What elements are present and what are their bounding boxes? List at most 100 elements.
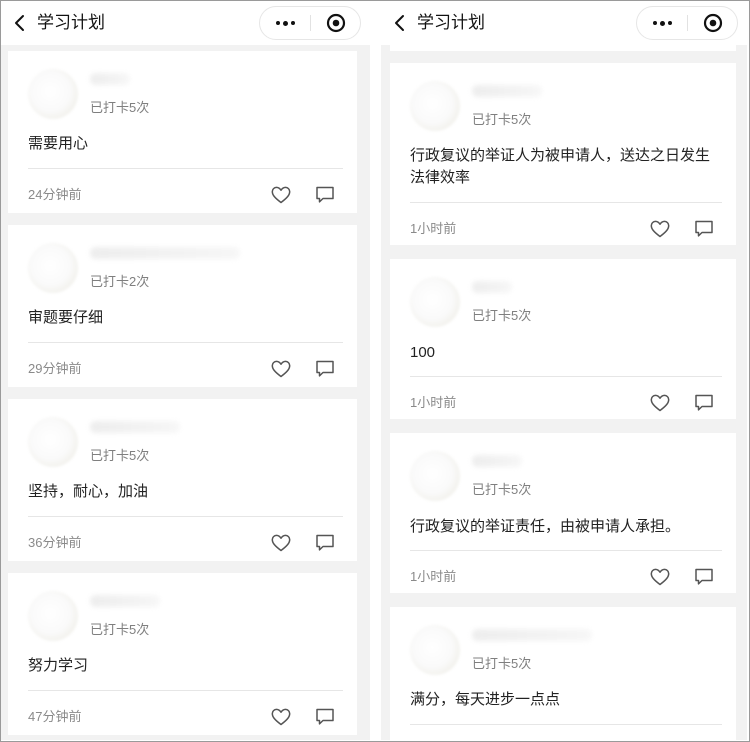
right-phone-screen: 学习计划 已打卡5次 行政复议的举证人为被申请人，送达之日发生法律效率 1小时前 — [381, 1, 747, 740]
heart-outline-icon — [650, 394, 670, 412]
post-time: 29分钟前 — [28, 361, 82, 376]
heart-outline-icon — [650, 220, 670, 238]
post-card: 已打卡5次 行政复议的举证责任，由被申请人承担。 1小时前 — [390, 433, 736, 593]
post-card: 已打卡5次 满分，每天进步一点点 — [390, 607, 736, 740]
avatar — [28, 243, 78, 293]
post-time: 1小时前 — [410, 221, 457, 236]
more-button[interactable] — [637, 7, 687, 39]
avatar — [410, 625, 460, 675]
username-blurred — [472, 455, 522, 467]
post-card: 已打卡5次 100 1小时前 — [390, 259, 736, 419]
avatar — [410, 81, 460, 131]
post-card: 已打卡5次 行政复议的举证人为被申请人，送达之日发生法律效率 1小时前 — [390, 63, 736, 245]
post-content: 审题要仔细 — [28, 309, 104, 326]
avatar — [28, 417, 78, 467]
username-blurred — [90, 247, 240, 259]
checkin-count: 已打卡5次 — [90, 622, 150, 637]
avatar — [28, 591, 78, 641]
nav-bar: 学习计划 — [381, 1, 747, 45]
checkin-count: 已打卡5次 — [472, 482, 532, 497]
username-blurred — [90, 421, 180, 433]
comment-button[interactable] — [313, 184, 337, 206]
checkin-count: 已打卡5次 — [472, 112, 532, 127]
nav-bar: 学习计划 — [1, 1, 370, 45]
comment-bubble-icon — [316, 360, 334, 377]
post-time: 36分钟前 — [28, 535, 82, 550]
post-time: 24分钟前 — [28, 187, 82, 202]
comment-bubble-icon — [695, 568, 713, 585]
like-button[interactable] — [648, 566, 672, 588]
divider — [410, 202, 722, 203]
divider — [410, 376, 722, 377]
like-button[interactable] — [648, 218, 672, 240]
heart-outline-icon — [271, 360, 291, 378]
mini-program-capsule — [259, 6, 361, 40]
comment-button[interactable] — [313, 532, 337, 554]
page-title: 学习计划 — [37, 13, 105, 32]
post-content: 行政复议的举证责任，由被申请人承担。 — [410, 518, 681, 535]
avatar — [28, 69, 78, 119]
like-button[interactable] — [269, 706, 293, 728]
more-dots-icon — [652, 20, 672, 26]
close-program-button[interactable] — [311, 7, 360, 39]
comment-bubble-icon — [316, 534, 334, 551]
post-time: 1小时前 — [410, 569, 457, 584]
left-phone-screen: 学习计划 已打卡5次 需要用心 24分钟前 已打卡2次 审题要仔细 29分钟前 … — [1, 1, 370, 740]
like-button[interactable] — [269, 358, 293, 380]
divider — [410, 550, 722, 551]
post-content: 100 — [410, 344, 436, 361]
post-card: 已打卡2次 审题要仔细 29分钟前 — [8, 225, 357, 387]
checkin-count: 已打卡5次 — [472, 656, 532, 671]
target-circle-icon — [326, 13, 345, 33]
like-button[interactable] — [269, 532, 293, 554]
page-title: 学习计划 — [417, 13, 485, 32]
post-content: 满分，每天进步一点点 — [410, 691, 561, 708]
comment-button[interactable] — [692, 218, 716, 240]
heart-outline-icon — [271, 708, 291, 726]
more-dots-icon — [275, 20, 295, 26]
like-button[interactable] — [648, 392, 672, 414]
target-circle-icon — [703, 13, 722, 33]
mini-program-capsule — [636, 6, 738, 40]
post-content: 行政复议的举证人为被申请人，送达之日发生法律效率 — [410, 147, 711, 186]
divider — [28, 168, 343, 169]
comment-bubble-icon — [695, 220, 713, 237]
post-content: 坚持，耐心，加油 — [28, 483, 149, 500]
username-blurred — [472, 281, 512, 293]
post-card: 已打卡5次 努力学习 47分钟前 — [8, 573, 357, 735]
chevron-left-icon — [395, 15, 404, 31]
like-button[interactable] — [269, 184, 293, 206]
post-time: 47分钟前 — [28, 709, 82, 724]
comment-button[interactable] — [692, 392, 716, 414]
avatar — [410, 277, 460, 327]
checkin-count: 已打卡5次 — [472, 308, 532, 323]
heart-outline-icon — [650, 568, 670, 586]
heart-outline-icon — [271, 534, 291, 552]
comment-button[interactable] — [692, 566, 716, 588]
heart-outline-icon — [271, 186, 291, 204]
post-card: 已打卡5次 坚持，耐心，加油 36分钟前 — [8, 399, 357, 561]
divider — [410, 724, 722, 725]
comment-button[interactable] — [313, 358, 337, 380]
comment-button[interactable] — [313, 706, 337, 728]
back-button[interactable] — [9, 12, 31, 34]
chevron-left-icon — [15, 15, 24, 31]
close-program-button[interactable] — [688, 7, 737, 39]
post-content: 努力学习 — [28, 657, 89, 674]
checkin-count: 已打卡5次 — [90, 448, 150, 463]
username-blurred — [90, 595, 160, 607]
post-time: 1小时前 — [410, 395, 457, 410]
post-content: 需要用心 — [28, 135, 89, 152]
divider — [28, 690, 343, 691]
checkin-count: 已打卡2次 — [90, 274, 150, 289]
comment-bubble-icon — [316, 708, 334, 725]
comment-bubble-icon — [316, 186, 334, 203]
checkin-count: 已打卡5次 — [90, 100, 150, 115]
back-button[interactable] — [389, 12, 411, 34]
divider — [28, 516, 343, 517]
username-blurred — [472, 629, 592, 641]
comment-bubble-icon — [695, 394, 713, 411]
username-blurred — [472, 85, 542, 97]
post-card: 已打卡5次 需要用心 24分钟前 — [8, 51, 357, 213]
more-button[interactable] — [260, 7, 310, 39]
